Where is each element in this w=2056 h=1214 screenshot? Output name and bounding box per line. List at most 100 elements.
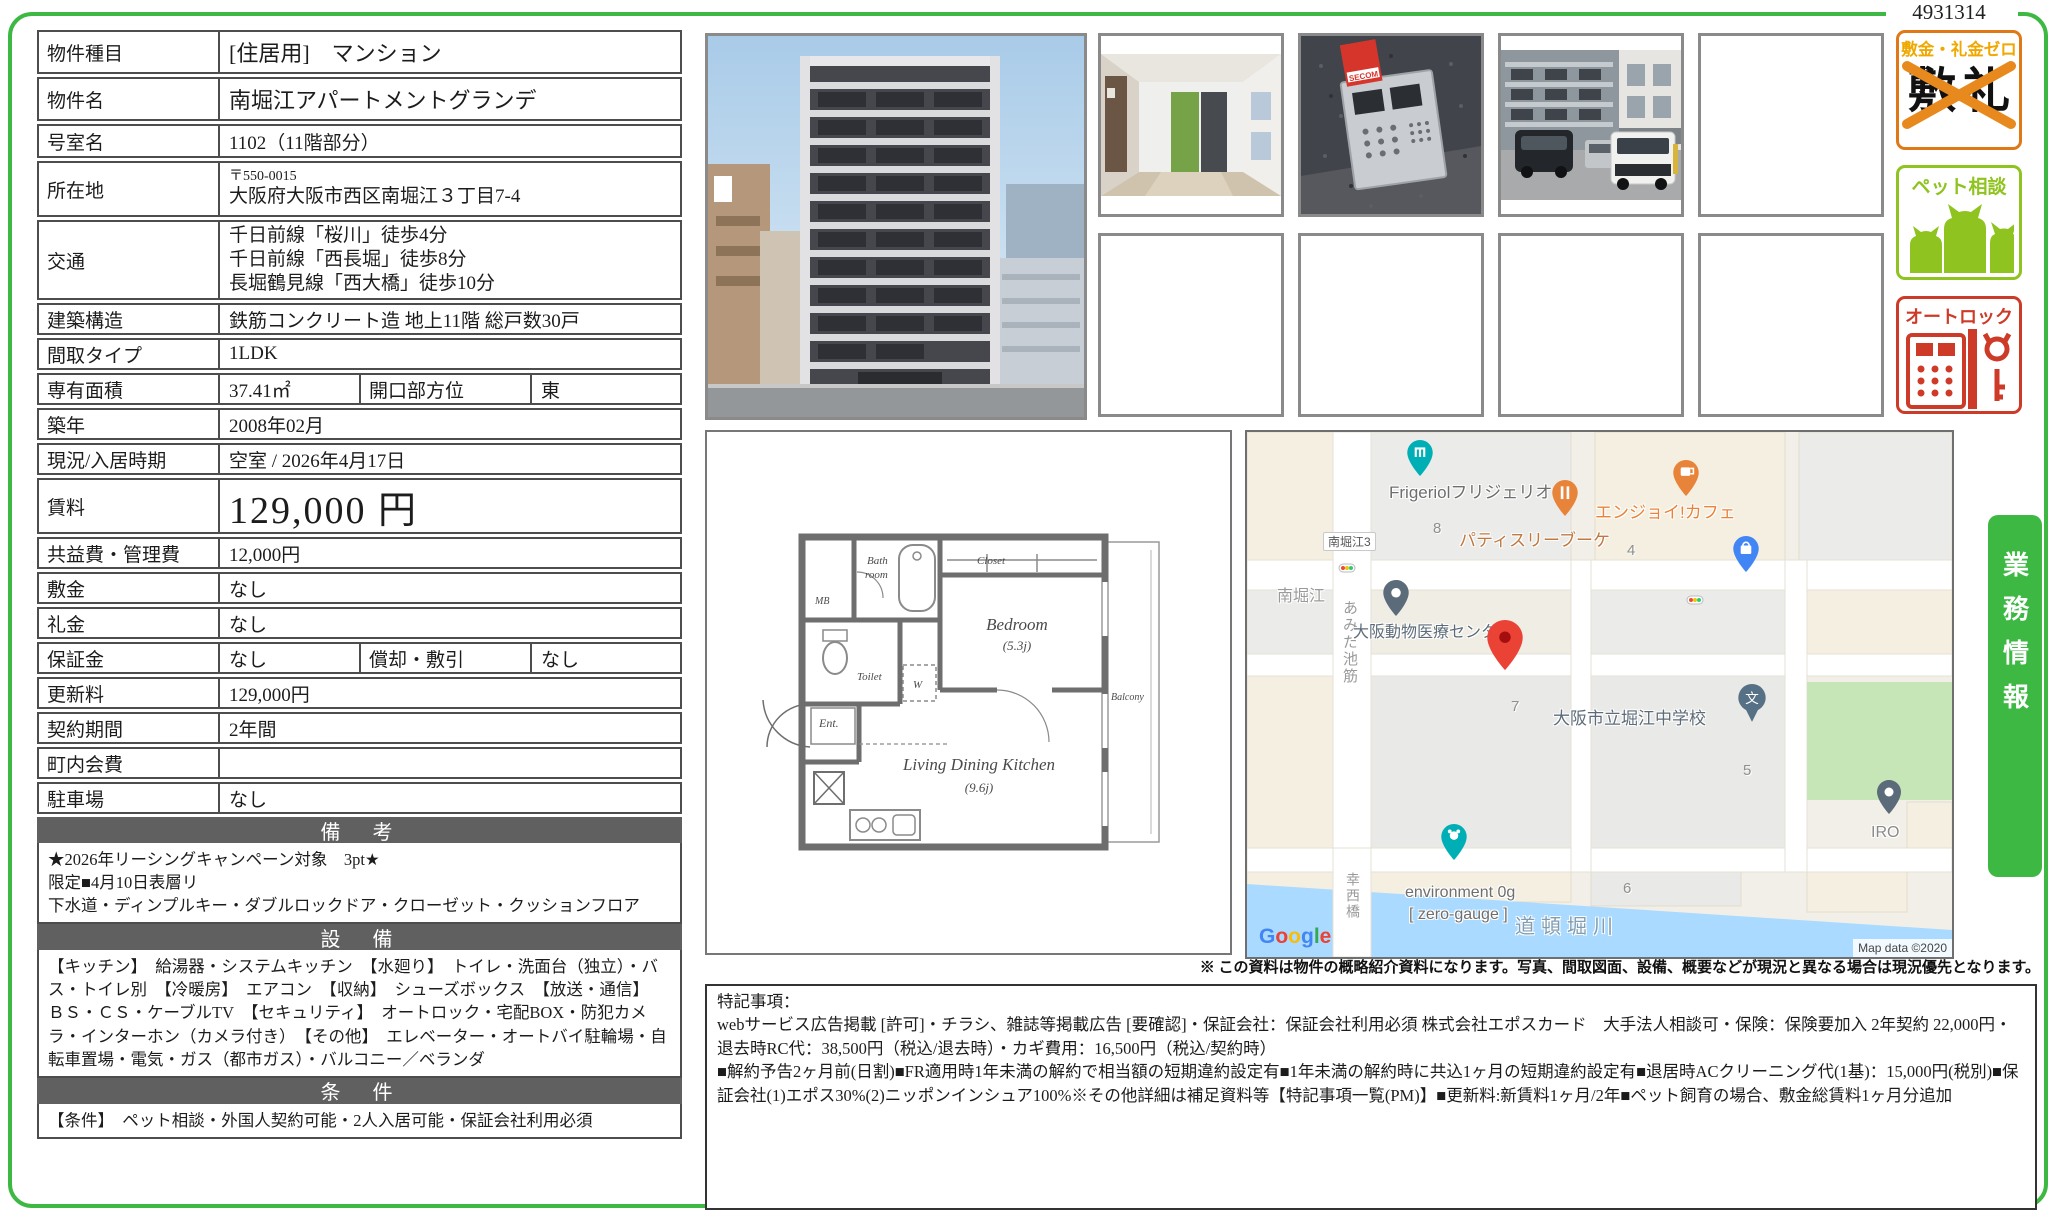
table-row: 更新料 129,000円 (37, 677, 682, 709)
equipment-box: 【キッチン】 給湯器・システムキッチン 【水廻り】 トイレ・洗面台（独立）・バス… (37, 950, 682, 1077)
table-row: 町内会費 (37, 747, 682, 779)
row-label: 物件種目 (39, 32, 218, 72)
address: 大阪府大阪市西区南堀江３丁目7-4 (229, 185, 520, 209)
map-label-school: 大阪市立堀江中学校 (1553, 704, 1706, 729)
floor-plan-drawing: Bath room MB Toilet Closet Bedroom (5.3j… (707, 432, 1230, 953)
label-bedroom-size: (5.3j) (1003, 638, 1032, 653)
map-label-iro: IRO (1871, 824, 1899, 842)
property-flyer-page: 4931314 物件種目 [住居用] マンション 物件名 南堀江アパートメントグ… (0, 0, 2056, 1214)
map-pin-property-marker (1487, 620, 1523, 670)
conditions-header: 条 件 (37, 1078, 682, 1104)
map-label-5: 5 (1743, 762, 1751, 779)
table-row: 敷金 なし (37, 572, 682, 604)
photo-empty-2 (1098, 233, 1284, 417)
map-label-frigeriol: Frigeriolフリジェリオ (1389, 478, 1552, 503)
row-value: 〒550-0015 大阪府大阪市西区南堀江３丁目7-4 (218, 163, 680, 215)
map-pin-environment (1441, 824, 1467, 860)
map-label-amidasuji: あみだ池筋 (1339, 600, 1360, 685)
row-value: 129,000円 (218, 679, 680, 707)
table-row: 号室名 1102（11階部分） (37, 124, 682, 158)
intercom-photo-illustration: SECOM (1301, 36, 1481, 214)
google-logo: Google (1259, 925, 1331, 949)
label-bath2: room (865, 569, 888, 581)
map-label-minamihorie3: 南堀江3 (1323, 532, 1376, 551)
map-pin-cafe (1673, 460, 1699, 496)
postal-code: 〒550-0015 (229, 169, 297, 184)
map-label-4: 4 (1627, 542, 1635, 559)
table-row: 共益費・管理費 12,000円 (37, 537, 682, 569)
row-value: なし (218, 574, 680, 602)
conditions-box: 【条件】 ペット相談・外国人契約可能・2人入居可能・保証会社利用必須 (37, 1104, 682, 1139)
row-value: 鉄筋コンクリート造 地上11階 総戸数30戸 (218, 305, 680, 333)
row-label: 賃料 (39, 480, 218, 532)
map-label-8: 8 (1433, 520, 1441, 537)
disclaimer-text: ※ この資料は物件の概略紹介資料になります。写真、間取図面、設備、概要などが現況… (705, 956, 2040, 977)
row-label: 所在地 (39, 163, 218, 215)
row-value: 空室 / 2026年4月17日 (218, 445, 680, 473)
photo-intercom: SECOM (1298, 33, 1484, 217)
row-label: 専有面積 (39, 375, 218, 403)
row-label: 償却・敷引 (359, 644, 530, 672)
badge-zero-title: 敷金・礼金ゼロ (1899, 36, 2019, 60)
map-attribution: Map data ©2020 (1853, 939, 1952, 957)
row-value: [住居用] マンション (218, 32, 680, 72)
photo-empty-3 (1298, 233, 1484, 417)
row-label: 契約期間 (39, 714, 218, 742)
remarks-line: 下水道・ディンプルキー・ダブルロックドア・クローゼット・クッションフロア (48, 894, 671, 917)
table-row: 契約期間 2年間 (37, 712, 682, 744)
map-label-environment: environment 0g (1405, 884, 1515, 902)
document-number: 4931314 (1886, 0, 2012, 25)
row-label: 開口部方位 (359, 375, 530, 403)
rent-value: 129,000 円 (218, 480, 680, 532)
map-pin-frigeriol (1407, 440, 1433, 476)
map-label-patisserie: パティスリーブーケ (1459, 526, 1610, 551)
notes-paragraph-2: ■解約予告2ヶ月前(日割)■FR適用時1年未満の解約で相当額の短期違約設定有■1… (717, 1060, 2025, 1107)
map-label-zero-gauge: [ zero-gauge ] (1409, 906, 1508, 924)
photo-street (1498, 33, 1684, 217)
row-value: 千日前線「桜川」徒歩4分 千日前線「西長堀」徒歩8分 長堀鶴見線「西大橋」徒歩1… (218, 222, 680, 298)
map-label-dotonbori-river: 道頓堀川 (1515, 910, 1619, 939)
label-entrance: Ent. (818, 716, 839, 730)
row-label: 保証金 (39, 644, 218, 672)
badge-no-deposit-no-key-money: 敷金・礼金ゼロ 敷 礼 (1896, 30, 2022, 150)
building-exterior-illustration (708, 36, 1084, 417)
row-value (218, 749, 680, 777)
row-value: なし (530, 644, 680, 672)
google-letter: g (1301, 925, 1314, 948)
row-label: 築年 (39, 410, 218, 438)
special-notes-box: 特記事項： webサービス広告掲載 [許可]・チラシ、雑誌等掲載広告 [要確認]… (705, 984, 2037, 1210)
map-label-kouzaibashi: 幸西橋 (1343, 872, 1363, 920)
location-map: 文 Frigeriolフリジェリオ 8 パティスリーブーケ エンジョイ!カフェ … (1245, 430, 1954, 959)
table-row: 専有面積 37.41㎡ 開口部方位 東 (37, 373, 682, 405)
row-label: 物件名 (39, 79, 218, 119)
row-value: なし (218, 784, 680, 812)
table-row: 現況/入居時期 空室 / 2026年4月17日 (37, 443, 682, 475)
map-pin-shopping (1733, 536, 1759, 572)
badge-auto-lock: オートロック (1896, 296, 2022, 414)
remarks-line: ★2026年リーシングキャンペーン対象 3pt★ (48, 848, 671, 871)
map-label-minamihorie: 南堀江 (1277, 582, 1325, 606)
label-bedroom: Bedroom (986, 615, 1048, 634)
map-pin-restaurant (1552, 480, 1578, 516)
badge-pet-title: ペット相談 (1899, 172, 2019, 199)
cross-out-icon (1899, 60, 2019, 130)
photo-empty-1 (1698, 33, 1884, 217)
photo-empty-4 (1498, 233, 1684, 417)
table-row: 賃料 129,000 円 (37, 478, 682, 534)
business-info-tab: 業務情報 (1988, 515, 2042, 877)
label-mb: MB (814, 596, 829, 607)
row-label: 建築構造 (39, 305, 218, 333)
remarks-box: ★2026年リーシングキャンペーン対象 3pt★ 限定■4月10日表層リ 下水道… (37, 843, 682, 924)
auto-lock-icon (1904, 329, 2014, 409)
map-pin-iro (1877, 780, 1901, 814)
row-value: 1LDK (218, 340, 680, 368)
property-table: 物件種目 [住居用] マンション 物件名 南堀江アパートメントグランデ 号室名 … (37, 30, 682, 1139)
main-building-photo (705, 33, 1087, 420)
label-washer: W (913, 679, 923, 691)
badge-zero-kanji: 敷 礼 (1899, 60, 2019, 116)
row-label: 間取タイプ (39, 340, 218, 368)
row-label: 現況/入居時期 (39, 445, 218, 473)
table-row: 所在地 〒550-0015 大阪府大阪市西区南堀江３丁目7-4 (37, 161, 682, 217)
row-label: 交通 (39, 222, 218, 298)
table-row: 築年 2008年02月 (37, 408, 682, 440)
